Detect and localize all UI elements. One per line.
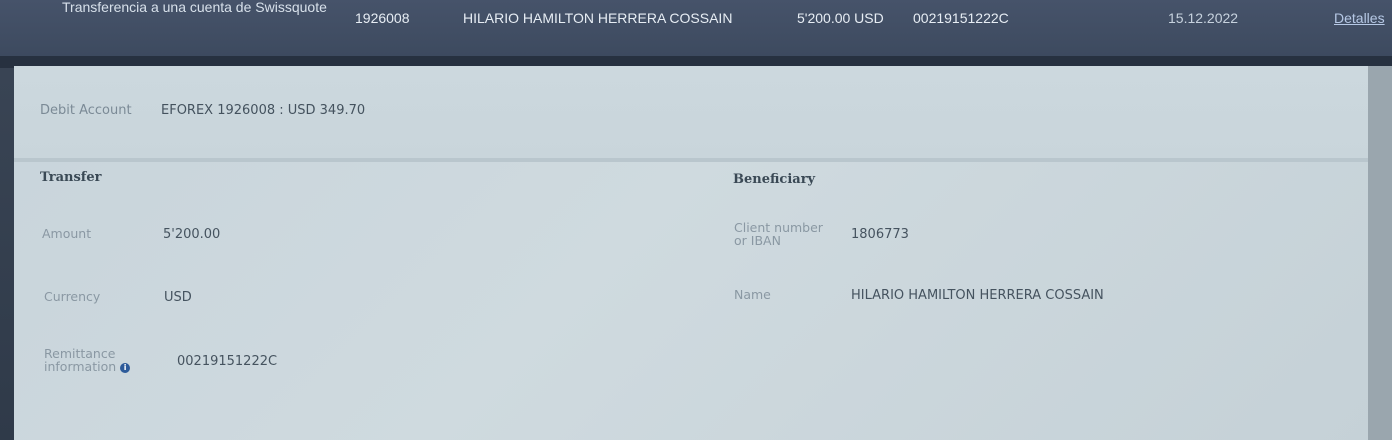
remittance-info-label: Remittance information i — [44, 347, 154, 373]
transaction-beneficiary: HILARIO HAMILTON HERRERA COSSAIN — [463, 10, 733, 26]
transaction-reference: 00219151222C — [913, 10, 1009, 26]
screen: Transferencia a una cuenta de Swissquote… — [0, 0, 1392, 440]
beneficiary-name-label: Name — [734, 287, 771, 302]
beneficiary-name-value: HILARIO HAMILTON HERRERA COSSAIN — [851, 288, 1104, 303]
debit-account-row: Debit Account EFOREX 1926008 : USD 349.7… — [14, 66, 1368, 158]
remittance-info-value: 00219151222C — [177, 354, 278, 369]
client-number-label: Client number or IBAN — [734, 220, 823, 248]
debit-account-value: EFOREX 1926008 : USD 349.70 — [161, 103, 366, 118]
currency-label: Currency — [44, 289, 101, 304]
amount-value: 5'200.00 — [163, 227, 221, 242]
transaction-account: 1926008 — [355, 10, 410, 26]
transaction-row[interactable]: Transferencia a una cuenta de Swissquote… — [0, 0, 1392, 56]
transaction-amount: 5'200.00 USD — [797, 10, 884, 26]
transaction-date: 15.12.2022 — [1168, 10, 1239, 26]
currency-value: USD — [164, 290, 192, 305]
info-icon[interactable]: i — [120, 362, 131, 373]
transfer-section-title: Transfer — [40, 170, 102, 185]
client-number-value: 1806773 — [851, 227, 909, 242]
details-link[interactable]: Detalles — [1334, 10, 1385, 26]
transaction-type: Transferencia a una cuenta de Swissquote — [62, 0, 327, 15]
remittance-info-text: Remittance information — [44, 346, 117, 374]
panel-edge — [1368, 66, 1392, 440]
amount-label: Amount — [42, 226, 92, 241]
transfer-details-panel: Debit Account EFOREX 1926008 : USD 349.7… — [14, 66, 1368, 440]
beneficiary-section-title: Beneficiary — [733, 172, 816, 187]
debit-account-label: Debit Account — [40, 103, 132, 118]
section-divider — [14, 158, 1368, 162]
